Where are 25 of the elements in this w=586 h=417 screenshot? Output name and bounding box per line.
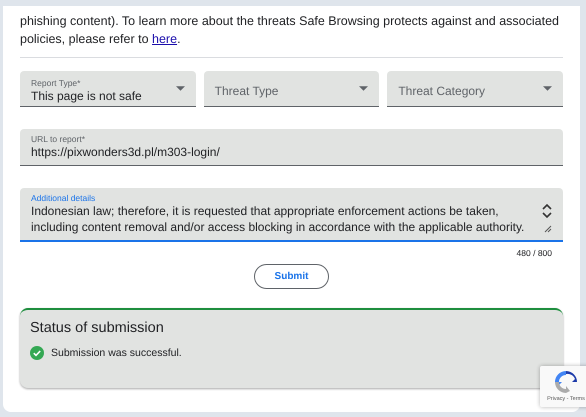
url-field[interactable]: URL to report* https://pixwonders3d.pl/m303-login/ — [20, 129, 563, 166]
dropdown-field[interactable]: Threat Category — [387, 71, 563, 107]
status-message: Submission was successful. — [51, 347, 182, 359]
scroll-arrows-icon[interactable] — [542, 203, 552, 219]
details-textarea[interactable] — [20, 188, 563, 242]
dropdown-field[interactable]: Report Type* This page is not safe — [20, 71, 196, 107]
resize-handle-icon[interactable] — [542, 223, 552, 233]
here-link[interactable]: here — [152, 32, 178, 46]
field-label: Report Type* — [31, 78, 82, 88]
field-placeholder: Threat Type — [214, 84, 280, 98]
dropdown-field[interactable]: Threat Type — [204, 71, 380, 107]
dropdown-caret-icon — [359, 86, 368, 91]
field-placeholder: Threat Category — [398, 84, 486, 98]
dropdown-caret-icon — [176, 86, 185, 91]
character-counter: 480 / 800 — [516, 248, 552, 258]
field-value: https://pixwonders3d.pl/m303-login/ — [31, 144, 221, 160]
field-value: Indonesian law; therefore, it is requested that appropriate enforcement actions be taken, including content removal and/or access blocking in accordance with the applicable authority. — [31, 203, 526, 235]
field-value: This page is not safe — [31, 88, 143, 104]
submit-button[interactable]: Submit — [254, 264, 330, 289]
intro-paragraph: phishing content). To learn more about the threats Safe Browsing protects against and associated policies, please refer to here. — [20, 13, 560, 48]
recaptcha-logo-icon — [553, 369, 579, 395]
dropdown-caret-icon — [543, 86, 552, 91]
status-title: Status of submission — [30, 320, 165, 336]
field-label: URL to report* — [31, 134, 86, 144]
field-label: Additional details — [31, 193, 96, 203]
